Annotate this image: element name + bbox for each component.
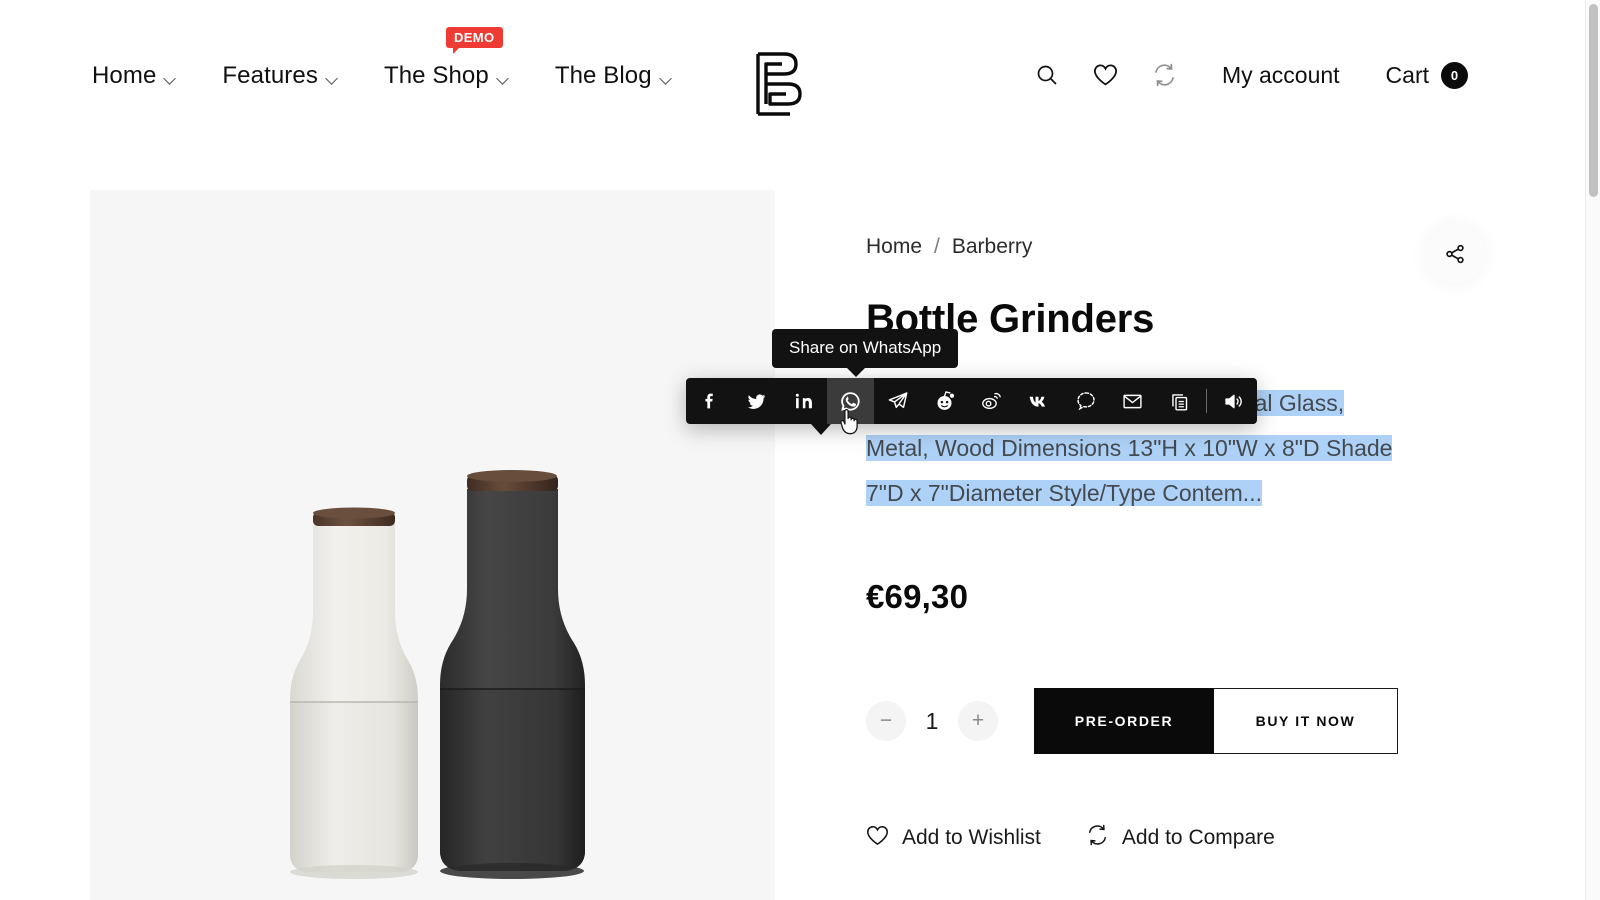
breadcrumb-current: Barberry	[951, 235, 1033, 258]
barberry-b-logo[interactable]	[744, 50, 808, 118]
purchase-row: − 1 + PRE-ORDER BUY IT NOW	[866, 688, 1486, 754]
quantity-stepper: − 1 +	[866, 701, 998, 741]
copy-link-icon[interactable]	[1156, 378, 1203, 424]
share-bar	[686, 378, 1257, 424]
my-account-link[interactable]: My account	[1222, 62, 1340, 89]
cart-count-badge: 0	[1441, 61, 1468, 89]
share-tooltip: Share on WhatsApp	[772, 329, 959, 377]
compare-label: Add to Compare	[1121, 826, 1275, 849]
nav-item-the-shop[interactable]: The Shop DEMO	[383, 27, 509, 90]
product-image-grinder-light	[290, 507, 418, 879]
nav-item-home[interactable]: Home	[92, 62, 177, 90]
site-header: Home Features The Shop DEMO The Blog My …	[0, 0, 1568, 163]
add-to-wishlist-button[interactable]: Add to Wishlist	[866, 825, 1041, 852]
linkedin-icon[interactable]	[780, 378, 827, 424]
speaker-icon[interactable]	[1210, 378, 1257, 424]
product-image-grinder-dark	[440, 470, 585, 879]
share-divider	[1206, 389, 1207, 413]
mouse-cursor-pointer	[840, 408, 863, 442]
heart-icon	[866, 825, 902, 852]
quantity-value[interactable]: 1	[906, 708, 958, 735]
wishlist-label: Add to Wishlist	[902, 826, 1041, 849]
description-line: 7"D x 7"Diameter Style/Type Contem...	[866, 480, 1262, 506]
breadcrumb-home[interactable]: Home	[866, 235, 922, 259]
header-actions: My account Cart 0	[1032, 60, 1468, 90]
chevron-down-icon	[495, 71, 509, 85]
product-gallery[interactable]	[90, 190, 775, 900]
description-line: Metal, Wood Dimensions 13"H x 10"W x 8"D…	[866, 435, 1393, 461]
breadcrumb: Home / Barberry	[866, 235, 1486, 259]
scrollbar-thumb[interactable]	[1589, 4, 1598, 197]
product-page: Home Features The Shop DEMO The Blog My …	[0, 0, 1600, 900]
signal-icon[interactable]	[1062, 378, 1109, 424]
nav-item-features[interactable]: Features	[222, 62, 338, 90]
search-icon[interactable]	[1032, 60, 1062, 90]
compare-refresh-icon	[1086, 824, 1122, 852]
page-scrollbar[interactable]	[1585, 0, 1600, 900]
telegram-icon[interactable]	[874, 378, 921, 424]
preorder-button[interactable]: PRE-ORDER	[1034, 688, 1214, 754]
compare-refresh-icon[interactable]	[1150, 60, 1180, 90]
email-icon[interactable]	[1109, 378, 1156, 424]
chevron-down-icon	[658, 71, 672, 85]
nav-label: Features	[222, 62, 318, 89]
cart-button[interactable]: Cart 0	[1385, 61, 1468, 89]
product-detail: Home / Barberry Bottle Grinders Color Aq…	[866, 190, 1486, 852]
facebook-icon[interactable]	[686, 378, 733, 424]
nav-item-the-blog[interactable]: The Blog	[554, 62, 672, 90]
main-navigation: Home Features The Shop DEMO The Blog	[92, 27, 718, 90]
chevron-down-icon	[325, 71, 338, 85]
share-fab-button[interactable]	[1425, 224, 1485, 284]
quantity-decrease-button[interactable]: −	[866, 701, 906, 741]
breadcrumb-separator: /	[934, 235, 940, 258]
product-actions: Add to Wishlist Add to Compare	[866, 824, 1486, 852]
weibo-icon[interactable]	[968, 378, 1015, 424]
demo-badge: DEMO	[445, 27, 503, 54]
share-bar-pointer	[811, 424, 831, 435]
add-to-compare-button[interactable]: Add to Compare	[1086, 824, 1275, 852]
product-price: €69,30	[866, 578, 969, 615]
nav-label: The Shop	[383, 62, 489, 89]
chevron-down-icon	[163, 71, 177, 85]
vk-icon[interactable]	[1015, 378, 1062, 424]
page-title: Bottle Grinders	[866, 297, 1155, 341]
cart-label: Cart	[1385, 61, 1429, 88]
quantity-increase-button[interactable]: +	[958, 701, 998, 741]
purchase-buttons: PRE-ORDER BUY IT NOW	[1034, 688, 1398, 754]
reddit-icon[interactable]	[921, 378, 968, 424]
buy-it-now-button[interactable]: BUY IT NOW	[1214, 688, 1398, 754]
twitter-icon[interactable]	[733, 378, 780, 424]
nav-label: Home	[92, 62, 157, 89]
nav-label: The Blog	[554, 62, 652, 89]
wishlist-heart-icon[interactable]	[1091, 60, 1121, 90]
